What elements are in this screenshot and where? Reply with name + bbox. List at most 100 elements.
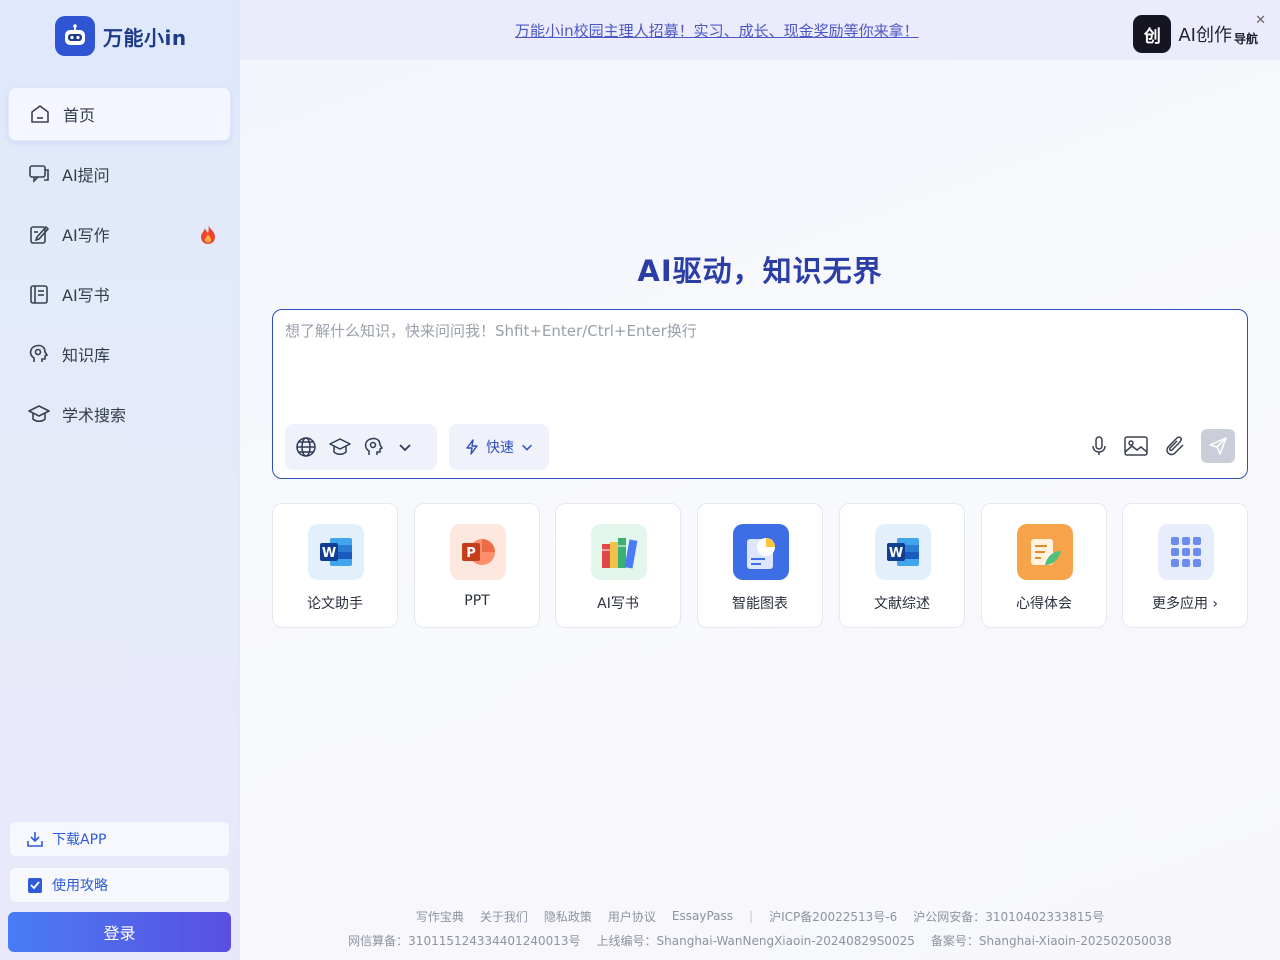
app-label: 论文助手	[307, 596, 363, 612]
send-icon	[1209, 437, 1227, 455]
usage-guide-button[interactable]: 使用攻略	[9, 867, 230, 903]
ai-create-logo-icon: 创	[1133, 15, 1172, 53]
sidebar-item-academic-search[interactable]: 学术搜索	[8, 387, 231, 441]
app-card-ai-book[interactable]: AI写书	[555, 503, 681, 628]
svg-text:P: P	[466, 546, 476, 561]
mode-select[interactable]: 快速	[449, 424, 549, 470]
chevron-down-icon	[399, 444, 411, 452]
app-card-more-apps[interactable]: 更多应用 ›	[1122, 503, 1248, 628]
ad-text: AI创作 导航	[1178, 21, 1258, 47]
fire-icon	[201, 224, 215, 244]
chat-icon	[29, 165, 49, 183]
footer-records: 网信算备：310115124334401240013号 上线编号：Shangha…	[240, 932, 1280, 949]
sidebar-item-home[interactable]: 首页	[8, 87, 231, 141]
app-label: AI写书	[597, 596, 639, 612]
ad-subtitle: 导航	[1233, 32, 1258, 46]
app-label: PPT	[464, 593, 490, 609]
sidebar-item-knowledge[interactable]: 知识库	[8, 327, 231, 381]
sidebar-item-label: 学术搜索	[62, 406, 127, 425]
hero-title: AI驱动，知识无界	[637, 254, 883, 288]
book-icon	[30, 285, 48, 304]
footer-online-number: 上线编号：Shanghai-WanNengXiaoin-20240829S002…	[596, 934, 915, 948]
sidebar-item-label: AI提问	[62, 166, 110, 185]
app-shortcuts: W 论文助手 P PPT AI写书 智能图表 W 文献综述 心得体会 更多应用 …	[272, 503, 1248, 629]
academic-toggle[interactable]	[329, 436, 351, 458]
app-label: 更多应用 ›	[1151, 596, 1219, 612]
attach-file-button[interactable]	[1163, 434, 1187, 458]
robot-icon	[55, 16, 95, 56]
globe-icon	[296, 437, 316, 457]
question-input[interactable]	[285, 320, 1235, 410]
sidebar-item-label: 首页	[63, 106, 96, 125]
ai-navigation-ad[interactable]: 创 AI创作 导航 ✕	[1133, 13, 1266, 53]
footer-link-agreement[interactable]: 用户协议	[608, 908, 656, 925]
ad-title: AI创作	[1178, 25, 1232, 46]
footer-police[interactable]: 沪公网安备：31010402333815号	[913, 908, 1104, 925]
footer-icp[interactable]: 沪ICP备20022513号-6	[769, 908, 897, 925]
footer-link-writing-guide[interactable]: 写作宝典	[416, 908, 464, 925]
app-label: 心得体会	[1016, 596, 1072, 612]
chevron-down-icon	[522, 444, 532, 451]
recruitment-banner-link[interactable]: 万能小in校园主理人招募！实习、成长、现金奖励等你来拿！	[515, 20, 919, 41]
sidebar: 万能小in 首页 AI提问 AI写作 AI写书 知识库 学术搜索 下载APP 使…	[0, 0, 240, 960]
app-card-ppt[interactable]: P PPT	[414, 503, 540, 628]
word-icon: W	[308, 524, 364, 580]
footer-divider: |	[749, 909, 754, 923]
knowledge-icon	[29, 344, 49, 362]
mode-label: 快速	[486, 440, 514, 456]
question-composer: 快速	[272, 309, 1248, 479]
app-card-thesis-assistant[interactable]: W 论文助手	[272, 503, 398, 628]
app-card-reflections[interactable]: 心得体会	[981, 503, 1107, 628]
app-card-literature-review[interactable]: W 文献综述	[839, 503, 965, 628]
books-icon	[591, 524, 647, 580]
svg-text:W: W	[322, 546, 336, 561]
top-banner: 万能小in校园主理人招募！实习、成长、现金奖励等你来拿！ 创 AI创作 导航 ✕	[240, 0, 1280, 60]
image-upload-button[interactable]	[1123, 435, 1149, 457]
footer: 写作宝典 关于我们 隐私政策 用户协议 EssayPass | 沪ICP备200…	[240, 908, 1280, 949]
knowledge-toggle[interactable]	[363, 436, 385, 458]
brand-logo[interactable]: 万能小in	[55, 16, 187, 56]
grid-icon	[1158, 524, 1214, 580]
word-icon: W	[875, 524, 931, 580]
download-app-button[interactable]: 下载APP	[9, 821, 230, 857]
app-label: 文献综述	[874, 596, 930, 612]
composer-actions	[1089, 429, 1235, 463]
svg-text:W: W	[889, 546, 903, 561]
sidebar-item-ai-book[interactable]: AI写书	[8, 267, 231, 321]
login-button[interactable]: 登录	[8, 912, 231, 952]
sidebar-item-ai-question[interactable]: AI提问	[8, 147, 231, 201]
brand-name: 万能小in	[103, 25, 187, 50]
lightning-icon	[466, 439, 478, 455]
chart-icon	[733, 524, 789, 580]
footer-record-number: 备案号：Shanghai-Xiaoin-202502050038	[930, 934, 1172, 948]
sidebar-item-label: 知识库	[62, 346, 111, 365]
knowledge-icon	[364, 437, 384, 455]
edit-icon	[30, 225, 50, 244]
close-icon[interactable]: ✕	[1255, 13, 1266, 28]
footer-link-about[interactable]: 关于我们	[480, 908, 528, 925]
sidebar-nav: 首页 AI提问 AI写作 AI写书 知识库 学术搜索	[8, 87, 231, 447]
sidebar-item-label: AI写书	[62, 286, 110, 305]
main-content: AI驱动，知识无界 想了解什么知识，快来问问我！Shfit+Enter/Ctrl…	[240, 60, 1280, 960]
microphone-icon	[1092, 436, 1106, 455]
paperclip-icon	[1166, 436, 1184, 456]
app-label: 智能图表	[732, 596, 788, 612]
web-search-toggle[interactable]	[295, 436, 317, 458]
search-source-toolbar	[285, 424, 437, 470]
app-card-smart-chart[interactable]: 智能图表	[697, 503, 823, 628]
guide-icon	[28, 878, 42, 893]
more-sources-dropdown[interactable]	[397, 439, 413, 455]
footer-net-record: 网信算备：310115124334401240013号	[348, 934, 581, 948]
footer-link-privacy[interactable]: 隐私政策	[544, 908, 592, 925]
sidebar-item-ai-writing[interactable]: AI写作	[8, 207, 231, 261]
download-icon	[27, 832, 43, 847]
voice-input-button[interactable]	[1089, 435, 1109, 457]
sidebar-item-label: AI写作	[62, 226, 110, 245]
ppt-icon: P	[450, 524, 506, 580]
usage-guide-label: 使用攻略	[52, 878, 108, 894]
image-icon	[1124, 436, 1148, 456]
download-app-label: 下载APP	[52, 832, 107, 848]
send-button[interactable]	[1201, 429, 1235, 463]
footer-link-essaypass[interactable]: EssayPass	[672, 909, 733, 923]
footer-links: 写作宝典 关于我们 隐私政策 用户协议 EssayPass | 沪ICP备200…	[240, 908, 1280, 924]
